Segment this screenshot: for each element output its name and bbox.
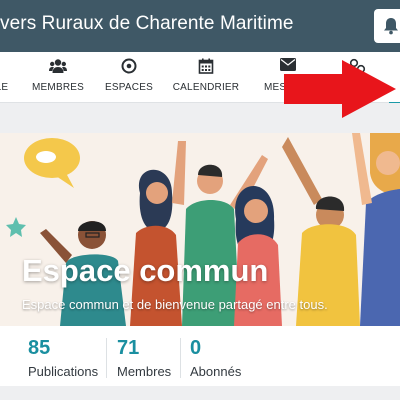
nav-item-accueil[interactable]: LE — [0, 52, 14, 102]
nav-item-label: ESPACES — [105, 82, 153, 93]
notifications-button[interactable] — [374, 9, 400, 43]
stat-publications[interactable]: 85 Publications — [28, 336, 98, 379]
nav-item-label: MEMBRES — [32, 82, 84, 93]
nav-item-membres[interactable]: MEMBRES — [28, 52, 88, 102]
space-title: Espace commun — [22, 253, 269, 288]
top-bar: vers Ruraux de Charente Maritime — [0, 0, 400, 52]
users-icon — [49, 59, 67, 73]
stat-label: Membres — [117, 364, 172, 379]
stat-value: 71 — [117, 337, 140, 359]
nav-item-calendrier[interactable]: CALENDRIER — [168, 52, 244, 102]
calendar-icon — [198, 58, 214, 74]
nav-item-espaces[interactable]: ESPACES — [100, 52, 158, 102]
bell-icon — [384, 18, 398, 35]
stat-label: Abonnés — [190, 364, 242, 379]
site-title[interactable]: vers Ruraux de Charente Maritime — [0, 13, 294, 35]
stat-value: 0 — [190, 337, 202, 359]
space-stats: 85 Publications 71 Membres 0 Abonnés — [0, 326, 400, 386]
arrow-right-icon — [284, 60, 396, 118]
stat-divider — [106, 338, 107, 378]
nav-item-label: CALENDRIER — [172, 82, 240, 93]
stat-label: Publications — [28, 364, 99, 379]
stat-divider — [180, 338, 181, 378]
stat-membres[interactable]: 71 Membres — [117, 336, 171, 379]
stat-value: 85 — [28, 337, 51, 359]
target-icon — [121, 58, 137, 74]
space-description: Espace commun et de bienvenue partagé en… — [22, 297, 328, 312]
stat-abonnes[interactable]: 0 Abonnés — [190, 336, 241, 379]
nav-item-label: LE — [0, 82, 9, 93]
space-banner: Espace commun Espace commun et de bienve… — [0, 133, 400, 326]
